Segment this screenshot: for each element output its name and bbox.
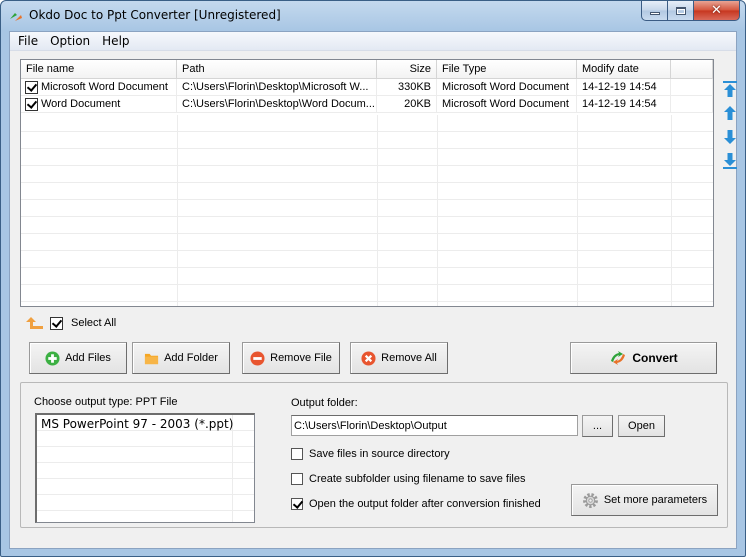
file-name: Microsoft Word Document (41, 81, 168, 93)
set-more-parameters-label: Set more parameters (603, 494, 708, 506)
open-output-folder-checkbox[interactable] (291, 498, 303, 510)
move-to-bottom-icon[interactable] (722, 152, 738, 170)
column-header-path[interactable]: Path (177, 60, 377, 78)
add-icon (45, 350, 60, 366)
save-in-source-checkbox[interactable] (291, 448, 303, 460)
gear-icon (582, 492, 598, 508)
file-name-cell: Microsoft Word Document (21, 79, 177, 95)
set-more-parameters-button[interactable]: Set more parameters (571, 484, 718, 516)
option-save-in-source[interactable]: Save files in source directory (291, 448, 450, 460)
title-bar[interactable]: Okdo Doc to Ppt Converter [Unregistered]… (1, 1, 745, 31)
menu-file[interactable]: File (12, 32, 44, 50)
move-down-icon[interactable] (722, 128, 738, 146)
create-subfolder-label: Create subfolder using filename to save … (309, 473, 526, 485)
move-up-icon[interactable] (722, 104, 738, 122)
option-create-subfolder[interactable]: Create subfolder using filename to save … (291, 473, 525, 485)
move-to-top-icon[interactable] (722, 80, 738, 98)
remove-all-label: Remove All (381, 352, 437, 364)
menu-help[interactable]: Help (96, 32, 135, 50)
file-date: 14-12-19 14:54 (577, 96, 671, 112)
grid-line (377, 115, 378, 306)
client-area: File Option Help File name Path Size Fil… (9, 31, 737, 549)
open-folder-button[interactable]: Open (618, 415, 665, 437)
select-all-checkbox[interactable] (50, 316, 63, 330)
empty-rows-grid (21, 115, 713, 306)
open-output-folder-label: Open the output folder after conversion … (309, 498, 541, 510)
file-type: Microsoft Word Document (437, 79, 577, 95)
column-header-modify-date[interactable]: Modify date (577, 60, 671, 78)
add-folder-button[interactable]: Add Folder (132, 342, 230, 374)
remove-all-button[interactable]: Remove All (350, 342, 448, 374)
grid-line (671, 115, 672, 306)
row-checkbox[interactable] (25, 97, 38, 111)
blank-cell (671, 96, 713, 112)
save-in-source-label: Save files in source directory (309, 448, 450, 460)
file-path: C:\Users\Florin\Desktop\Microsoft W... (177, 79, 377, 95)
browse-button[interactable]: ... (582, 415, 613, 437)
output-settings-panel: Choose output type: PPT File MS PowerPoi… (20, 382, 728, 528)
minimize-icon (649, 12, 660, 15)
window-title: Okdo Doc to Ppt Converter [Unregistered] (29, 8, 281, 22)
maximize-icon (675, 6, 686, 15)
grid-line (177, 115, 178, 306)
column-header-blank (671, 60, 713, 78)
output-folder-input[interactable] (291, 415, 578, 436)
create-subfolder-checkbox[interactable] (291, 473, 303, 485)
table-row[interactable]: Word Document C:\Users\Florin\Desktop\Wo… (21, 96, 713, 113)
file-name-cell: Word Document (21, 96, 177, 112)
menu-bar: File Option Help (10, 32, 736, 51)
output-type-list[interactable]: MS PowerPoint 97 - 2003 (*.ppt) (35, 413, 255, 523)
file-size: 330KB (377, 79, 437, 95)
file-path: C:\Users\Florin\Desktop\Word Docum... (177, 96, 377, 112)
remove-icon (250, 350, 265, 366)
option-open-output-folder[interactable]: Open the output folder after conversion … (291, 498, 541, 510)
output-type-option[interactable]: MS PowerPoint 97 - 2003 (*.ppt) (41, 417, 233, 431)
menu-option[interactable]: Option (44, 32, 96, 50)
file-size: 20KB (377, 96, 437, 112)
grid-line (577, 115, 578, 306)
app-logo-icon (10, 13, 22, 21)
row-checkbox[interactable] (25, 80, 38, 94)
remove-file-label: Remove File (270, 352, 332, 364)
reorder-buttons (722, 80, 738, 176)
column-header-file-name[interactable]: File name (21, 60, 177, 78)
file-date: 14-12-19 14:54 (577, 79, 671, 95)
blank-cell (671, 79, 713, 95)
close-button[interactable]: ✕ (694, 1, 740, 21)
convert-icon (611, 351, 626, 365)
select-all-row: Select All (26, 316, 116, 330)
grid-line (232, 415, 233, 522)
table-row[interactable]: Microsoft Word Document C:\Users\Florin\… (21, 79, 713, 96)
folder-icon (145, 353, 159, 364)
column-header-size[interactable]: Size (377, 60, 437, 78)
add-files-button[interactable]: Add Files (29, 342, 127, 374)
file-list-header: File name Path Size File Type Modify dat… (21, 60, 713, 79)
file-name: Word Document (41, 98, 121, 110)
minimize-button[interactable] (641, 1, 668, 21)
add-files-label: Add Files (65, 352, 111, 364)
output-type-label: Choose output type: PPT File (34, 396, 178, 408)
remove-file-button[interactable]: Remove File (242, 342, 340, 374)
maximize-button[interactable] (668, 1, 694, 21)
select-all-label: Select All (71, 317, 117, 329)
add-folder-label: Add Folder (164, 352, 218, 364)
app-window: Okdo Doc to Ppt Converter [Unregistered]… (0, 0, 746, 557)
file-type: Microsoft Word Document (437, 96, 577, 112)
convert-button[interactable]: Convert (570, 342, 717, 374)
up-level-icon[interactable] (26, 316, 44, 330)
remove-all-icon (361, 350, 376, 366)
convert-label: Convert (632, 351, 678, 365)
column-header-file-type[interactable]: File Type (437, 60, 577, 78)
close-icon: ✕ (711, 3, 722, 18)
file-list[interactable]: File name Path Size File Type Modify dat… (20, 59, 714, 307)
caption-buttons: ✕ (641, 1, 740, 21)
grid-line (437, 115, 438, 306)
output-folder-label: Output folder: (291, 397, 358, 409)
